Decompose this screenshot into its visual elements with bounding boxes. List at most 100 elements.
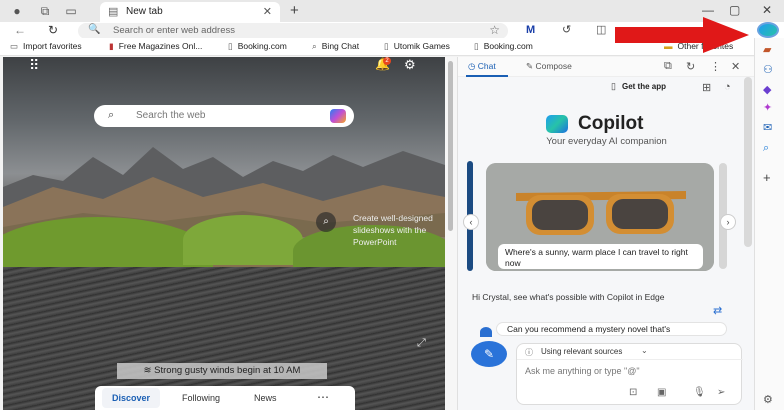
settings-gear-icon[interactable]: ⚙ bbox=[404, 57, 416, 73]
notification-badge: 2 bbox=[383, 57, 391, 65]
new-chat-icon: ✎ bbox=[483, 347, 495, 361]
new-tab-button[interactable]: + bbox=[290, 3, 299, 18]
outlook-icon[interactable]: ✉ bbox=[763, 122, 772, 134]
suggestion-icon bbox=[480, 327, 492, 337]
tab-chat[interactable]: ◷ Chat bbox=[468, 61, 496, 72]
favorite-bing-chat[interactable]: ⌕ Bing Chat bbox=[312, 41, 359, 52]
phone-icon: ▯ bbox=[611, 81, 616, 91]
apps-grid-icon[interactable]: ⠿ bbox=[29, 57, 39, 74]
scrollbar-thumb[interactable] bbox=[448, 61, 453, 231]
back-icon[interactable]: ← bbox=[14, 23, 26, 37]
background-caption[interactable]: Create well-designed slideshows with the… bbox=[353, 212, 445, 248]
edge-sidebar: ▰ ⚇ ◆ ✦ ✉ ⌕ + ⚙ bbox=[754, 38, 784, 410]
favorite-import[interactable]: ▭ Import favorites bbox=[10, 41, 82, 52]
favorite-booking[interactable]: ▯ Booking.com bbox=[228, 41, 287, 52]
wind-icon: ≋ bbox=[143, 365, 155, 376]
copilot-title: Copilot bbox=[578, 113, 644, 134]
screenshot-icon[interactable]: ▣ bbox=[657, 387, 666, 398]
workspaces-icon[interactable]: ⧉ bbox=[38, 4, 52, 18]
page-scrollbar[interactable] bbox=[445, 57, 457, 410]
sources-selector[interactable]: ⓘ Using relevant sources ⌄ bbox=[517, 344, 743, 360]
chat-input[interactable]: Ask me anything or type "@" bbox=[525, 366, 640, 376]
suggestion-card-text[interactable]: Where's a sunny, warm place I can travel… bbox=[498, 244, 703, 269]
tools-icon[interactable]: ▰ bbox=[763, 44, 771, 56]
get-the-app-link[interactable]: Get the app bbox=[622, 82, 666, 91]
page-icon: ▯ bbox=[384, 41, 389, 51]
tab-discover[interactable]: Discover bbox=[102, 388, 161, 408]
page-icon: ▯ bbox=[228, 41, 233, 51]
folder-icon: ▭ bbox=[10, 41, 19, 51]
profile-icon[interactable]: ● bbox=[10, 4, 24, 18]
address-placeholder: Search or enter web address bbox=[113, 25, 235, 36]
feed-tabs: Discover Following News ⋯ bbox=[95, 386, 355, 410]
web-search-box[interactable]: ⌕ Search the web bbox=[94, 105, 354, 127]
minimize-button[interactable]: — bbox=[702, 3, 714, 17]
close-tab-icon[interactable]: ✕ bbox=[263, 5, 272, 18]
title-bar: ● ⧉ ▭ ▤ New tab ✕ + — ▢ ✕ bbox=[0, 0, 784, 22]
copilot-logo bbox=[546, 115, 568, 133]
magazine-icon: ▮ bbox=[109, 41, 114, 51]
favorite-utomik[interactable]: ▯ Utomik Games bbox=[384, 41, 450, 52]
more-options-icon[interactable]: ⋮ bbox=[710, 60, 721, 73]
chat-composer[interactable]: ⓘ Using relevant sources ⌄ Ask me anythi… bbox=[516, 343, 743, 405]
history-icon[interactable]: ◔ bbox=[724, 81, 731, 93]
copilot-header: ◷ Chat ✎ Compose ⧉ ↻ ⋮ ✕ bbox=[458, 57, 755, 77]
image-upload-icon[interactable]: ⊡ bbox=[629, 387, 637, 398]
search-icon: ⌕ bbox=[312, 41, 317, 51]
people-icon[interactable]: ⚇ bbox=[763, 64, 773, 76]
grass-mound bbox=[183, 215, 303, 265]
search-icon: 🔍 bbox=[88, 24, 101, 35]
tab-compose[interactable]: ✎ Compose bbox=[526, 61, 572, 72]
copilot-toggle-button[interactable] bbox=[757, 22, 779, 38]
carousel-right-arrow[interactable]: › bbox=[720, 214, 736, 230]
address-bar[interactable]: 🔍 Search or enter web address ☆ bbox=[78, 23, 508, 39]
split-screen-icon[interactable]: ◫ bbox=[596, 23, 606, 37]
tab-page-icon: ▤ bbox=[108, 6, 119, 18]
open-in-new-icon[interactable]: ⧉ bbox=[664, 60, 672, 73]
info-icon: ⓘ bbox=[525, 348, 533, 357]
copilot-scrollbar[interactable] bbox=[744, 77, 752, 247]
tab-actions-icon[interactable]: ▭ bbox=[64, 4, 78, 18]
send-icon[interactable]: ➢ bbox=[717, 387, 725, 398]
sources-label: Using relevant sources bbox=[541, 347, 623, 356]
favorite-star-icon[interactable]: ☆ bbox=[489, 23, 500, 37]
microphone-icon[interactable]: 🎙 bbox=[693, 387, 706, 398]
active-tab-indicator bbox=[466, 75, 508, 77]
tab-news[interactable]: News bbox=[254, 393, 277, 403]
refresh-icon[interactable]: ↻ bbox=[48, 23, 58, 37]
expand-icon[interactable]: ⤢ bbox=[417, 337, 426, 350]
search-icon[interactable]: ⌕ bbox=[763, 142, 769, 154]
weather-alert[interactable]: ≋ Strong gusty winds begin at 10 AM bbox=[117, 363, 327, 379]
tab-title: New tab bbox=[126, 6, 163, 17]
refresh-icon[interactable]: ↻ bbox=[686, 60, 695, 73]
layout-icon[interactable]: ⊞ bbox=[702, 81, 711, 94]
tab-new-tab[interactable]: ▤ New tab ✕ bbox=[100, 2, 280, 22]
annotation-arrow bbox=[615, 27, 705, 43]
search-placeholder: Search the web bbox=[136, 110, 206, 121]
maximize-button[interactable]: ▢ bbox=[729, 3, 740, 17]
chevron-down-icon: ⌄ bbox=[641, 346, 648, 355]
close-icon[interactable]: ✕ bbox=[731, 60, 740, 73]
annotation-arrow-head bbox=[703, 17, 749, 53]
suggestion-chip[interactable]: Can you recommend a mystery novel that's bbox=[496, 322, 727, 336]
new-topic-button[interactable]: ✎ bbox=[471, 341, 507, 367]
extension-m-icon[interactable]: M bbox=[526, 23, 535, 37]
chat-icon: ◷ bbox=[468, 61, 478, 71]
image-search-icon[interactable]: ⌕ bbox=[316, 212, 336, 232]
new-tab-background: ⠿ 🔔 2 ⚙ ⌕ Search the web ⌕ Create well-d… bbox=[3, 57, 445, 410]
games-icon[interactable]: ◆ bbox=[763, 84, 771, 96]
tab-following[interactable]: Following bbox=[182, 393, 220, 403]
copilot-icon[interactable] bbox=[330, 109, 346, 123]
settings-gear-icon[interactable]: ⚙ bbox=[763, 394, 773, 406]
favorite-booking-2[interactable]: ▯ Booking.com bbox=[474, 41, 533, 52]
refresh-suggestions-icon[interactable]: ⇄ bbox=[713, 304, 722, 317]
designer-icon[interactable]: ✦ bbox=[763, 102, 772, 114]
extension-refresh-icon[interactable]: ↺ bbox=[562, 23, 571, 37]
favorite-free-magazines[interactable]: ▮ Free Magazines Onl... bbox=[109, 41, 202, 52]
copilot-intro: Hi Crystal, see what's possible with Cop… bbox=[472, 292, 665, 302]
copilot-subtitle: Your everyday AI companion bbox=[546, 136, 667, 147]
close-window-button[interactable]: ✕ bbox=[762, 3, 772, 17]
carousel-left-arrow[interactable]: ‹ bbox=[463, 214, 479, 230]
add-icon[interactable]: + bbox=[763, 171, 771, 184]
more-icon[interactable]: ⋯ bbox=[317, 390, 329, 404]
